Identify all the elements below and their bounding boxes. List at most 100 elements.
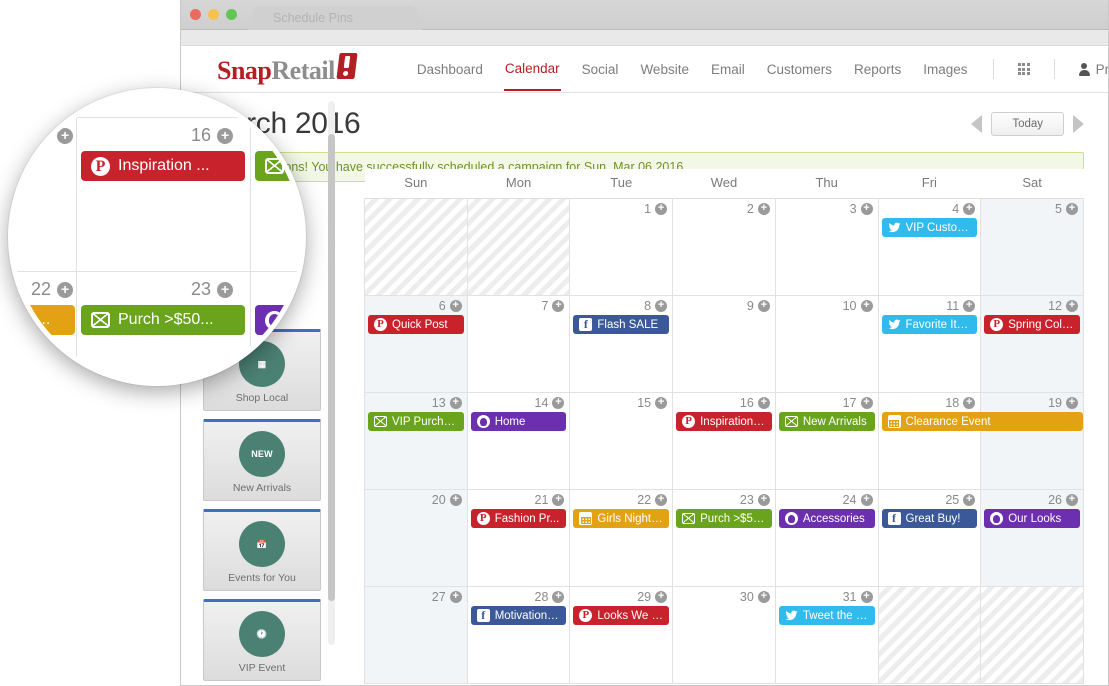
calendar-event[interactable]: Favorite Items bbox=[881, 315, 978, 334]
template-card-new-arrivals[interactable]: NEW New Arrivals bbox=[203, 419, 321, 501]
calendar-event[interactable]: Great Buy! bbox=[881, 509, 978, 528]
browser-tab[interactable]: Schedule Pins bbox=[259, 6, 411, 30]
calendar-day-cell[interactable]: 7 + bbox=[466, 295, 571, 393]
calendar-event[interactable]: VIP Purcha... bbox=[368, 412, 464, 431]
calendar-event[interactable]: Our Looks bbox=[984, 509, 1080, 528]
calendar-day-cell[interactable]: 6+ Quick Post bbox=[364, 295, 468, 393]
calendar-day-cell[interactable]: 30 + bbox=[672, 586, 776, 684]
mag-event-inspiration[interactable]: Inspiration ... bbox=[81, 151, 245, 181]
calendar-event[interactable]: Girls Night ... bbox=[573, 509, 670, 528]
today-button[interactable]: Today bbox=[991, 112, 1064, 136]
next-month-arrow[interactable] bbox=[1073, 115, 1084, 133]
add-event-icon[interactable]: + bbox=[1066, 300, 1078, 312]
calendar-day-cell[interactable] bbox=[466, 198, 571, 296]
calendar-day-cell[interactable]: 9 + bbox=[672, 295, 776, 393]
add-event-icon[interactable]: + bbox=[757, 494, 770, 506]
apps-grid-icon[interactable] bbox=[1017, 63, 1030, 75]
nav-item-email[interactable]: Email bbox=[710, 48, 746, 90]
add-event-icon[interactable]: + bbox=[552, 397, 565, 409]
add-event-icon[interactable]: + bbox=[449, 397, 462, 409]
close-icon[interactable] bbox=[190, 9, 201, 20]
calendar-day-cell[interactable]: 15 + bbox=[569, 392, 674, 490]
nav-item-reports[interactable]: Reports bbox=[853, 48, 902, 90]
add-event-icon[interactable]: + bbox=[757, 397, 770, 409]
add-event-icon[interactable]: + bbox=[217, 127, 234, 144]
add-event-icon[interactable]: + bbox=[860, 494, 873, 506]
add-event-icon[interactable]: + bbox=[757, 591, 770, 603]
sidebar-scrollbar[interactable] bbox=[328, 101, 335, 645]
add-event-icon[interactable]: + bbox=[655, 494, 668, 506]
add-event-icon[interactable]: + bbox=[552, 494, 565, 506]
calendar-event[interactable]: Spring Colle... bbox=[984, 315, 1080, 334]
nav-item-website[interactable]: Website bbox=[639, 48, 690, 90]
calendar-day-cell[interactable]: 13 + VIP Purcha... bbox=[364, 392, 468, 490]
calendar-event[interactable]: Looks We L... bbox=[573, 606, 670, 625]
nav-item-customers[interactable]: Customers bbox=[766, 48, 833, 90]
calendar-day-cell[interactable]: 18 + Clearance Event bbox=[877, 392, 1083, 490]
calendar-day-cell[interactable]: 24 + Accessories bbox=[774, 489, 879, 587]
add-event-icon[interactable]: + bbox=[449, 591, 462, 603]
add-event-icon[interactable]: + bbox=[1066, 397, 1078, 409]
calendar-event[interactable]: Purch >$50... bbox=[676, 509, 772, 528]
mag-event-new-arrivals[interactable]: New A bbox=[255, 151, 301, 181]
calendar-day-cell[interactable]: 4 + VIP Custom... bbox=[877, 198, 982, 296]
add-event-icon[interactable]: + bbox=[217, 281, 234, 298]
template-card-vip-event[interactable]: 🕐 VIP Event bbox=[203, 599, 321, 681]
calendar-day-cell[interactable]: 23 + Purch >$50... bbox=[672, 489, 776, 587]
calendar-day-cell[interactable]: 1 + bbox=[569, 198, 674, 296]
calendar-day-cell[interactable]: 28+ Motivationa... bbox=[466, 586, 571, 684]
calendar-day-cell[interactable]: 11 + Favorite Items bbox=[877, 295, 982, 393]
add-event-icon[interactable]: + bbox=[655, 591, 668, 603]
template-card-events-for-you[interactable]: 📅 Events for You bbox=[203, 509, 321, 591]
mag-event-partial-orange[interactable]: ... bbox=[27, 305, 75, 335]
add-event-icon[interactable]: + bbox=[963, 300, 976, 312]
nav-item-dashboard[interactable]: Dashboard bbox=[416, 48, 484, 90]
zoom-icon[interactable] bbox=[226, 9, 237, 20]
calendar-day-cell[interactable]: 14 + Home bbox=[466, 392, 571, 490]
nav-item-calendar[interactable]: Calendar bbox=[503, 47, 561, 91]
add-event-icon[interactable]: + bbox=[860, 300, 873, 312]
calendar-event[interactable]: Accessories bbox=[778, 509, 875, 528]
calendar-event[interactable]: Flash SALE bbox=[573, 315, 670, 334]
calendar-day-cell[interactable] bbox=[980, 586, 1084, 684]
calendar-day-cell[interactable]: 8+ Flash SALE bbox=[569, 295, 674, 393]
add-event-icon[interactable]: + bbox=[860, 591, 873, 603]
add-event-icon[interactable]: + bbox=[757, 203, 770, 215]
calendar-day-cell[interactable]: 16+ Inspiration ... bbox=[672, 392, 776, 490]
calendar-day-cell[interactable]: 21+ Fashion Pr... bbox=[466, 489, 571, 587]
add-event-icon[interactable]: + bbox=[449, 494, 462, 506]
add-event-icon[interactable]: + bbox=[57, 281, 74, 298]
calendar-day-cell[interactable]: 27 + bbox=[364, 586, 468, 684]
add-event-icon[interactable]: + bbox=[1066, 203, 1078, 215]
calendar-event[interactable]: Motivationa... bbox=[470, 606, 567, 625]
add-event-icon[interactable]: + bbox=[552, 591, 565, 603]
calendar-event[interactable]: Tweet the L... bbox=[778, 606, 875, 625]
calendar-day-cell[interactable]: 31 + Tweet the L... bbox=[774, 586, 879, 684]
prev-month-arrow[interactable] bbox=[971, 115, 983, 133]
add-event-icon[interactable]: + bbox=[449, 300, 462, 312]
calendar-event[interactable]: Clearance Event bbox=[881, 412, 1083, 431]
calendar-day-cell[interactable]: 12+ Spring Colle... bbox=[980, 295, 1084, 393]
nav-item-images[interactable]: Images bbox=[922, 48, 968, 90]
add-event-icon[interactable]: + bbox=[963, 203, 976, 215]
calendar-day-cell[interactable]: 5 + bbox=[980, 198, 1084, 296]
add-event-icon[interactable]: + bbox=[963, 494, 976, 506]
calendar-day-cell[interactable] bbox=[877, 586, 982, 684]
calendar-day-cell[interactable]: 26 + Our Looks bbox=[980, 489, 1084, 587]
calendar-day-cell[interactable]: 3 + bbox=[774, 198, 879, 296]
add-event-icon[interactable]: + bbox=[655, 397, 668, 409]
mag-event-accessories[interactable]: A bbox=[255, 305, 301, 335]
mag-event-purch[interactable]: Purch >$50... bbox=[81, 305, 245, 335]
add-event-icon[interactable]: + bbox=[1066, 494, 1078, 506]
calendar-day-cell[interactable]: 22 + Girls Night ... bbox=[569, 489, 674, 587]
add-event-icon[interactable]: + bbox=[860, 397, 873, 409]
add-event-icon[interactable]: + bbox=[552, 300, 565, 312]
calendar-day-cell[interactable] bbox=[364, 198, 468, 296]
snapretail-logo[interactable]: Snap Retail bbox=[217, 52, 358, 86]
calendar-event[interactable]: New Arrivals bbox=[778, 412, 875, 431]
calendar-day-cell[interactable]: 25+ Great Buy! bbox=[877, 489, 982, 587]
calendar-day-cell[interactable]: 20 + bbox=[364, 489, 468, 587]
add-event-icon[interactable]: + bbox=[757, 300, 770, 312]
window-controls[interactable] bbox=[190, 9, 237, 20]
profile-menu[interactable]: Profile bbox=[1078, 62, 1108, 77]
